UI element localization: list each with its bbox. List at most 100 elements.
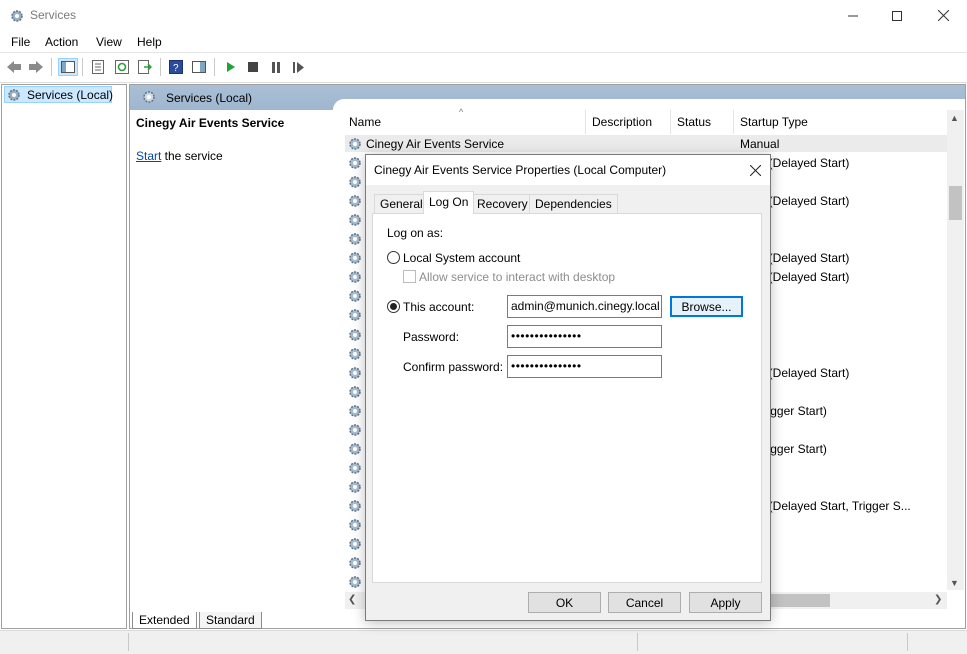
- start-service-line: Start the service: [136, 149, 223, 163]
- toolbar-separator: [51, 58, 52, 76]
- export-icon: [138, 60, 152, 74]
- help-button[interactable]: ?: [166, 58, 186, 76]
- local-system-label[interactable]: Local System account: [403, 251, 520, 265]
- refresh-icon: [115, 60, 129, 74]
- minimize-icon: [848, 15, 858, 16]
- service-gear-icon: [349, 348, 361, 360]
- forward-button[interactable]: [26, 58, 46, 76]
- window-title: Services: [30, 8, 77, 22]
- svg-text:?: ?: [173, 63, 179, 74]
- scroll-up-icon[interactable]: ▲: [950, 113, 959, 123]
- service-gear-icon: [349, 195, 361, 207]
- column-separator[interactable]: [733, 110, 734, 134]
- confirm-password-input[interactable]: •••••••••••••••: [507, 355, 662, 378]
- service-gear-icon: [349, 271, 361, 283]
- column-header-description[interactable]: Description: [592, 115, 652, 129]
- menu-action[interactable]: Action: [45, 35, 78, 49]
- help-icon: ?: [169, 60, 183, 74]
- export-list-button[interactable]: [135, 58, 155, 76]
- scroll-right-icon[interactable]: ❯: [934, 594, 942, 605]
- tab-recovery[interactable]: Recovery: [471, 194, 534, 213]
- start-service-button[interactable]: [221, 58, 241, 76]
- scroll-left-icon[interactable]: ❮: [348, 594, 356, 605]
- service-gear-icon: [349, 214, 361, 226]
- service-gear-icon: [349, 424, 361, 436]
- close-icon: [937, 10, 949, 21]
- logon-tab-panel: [372, 213, 762, 583]
- column-separator[interactable]: [670, 110, 671, 134]
- vertical-scrollbar[interactable]: [947, 110, 964, 590]
- this-account-label[interactable]: This account:: [403, 300, 474, 314]
- service-gear-icon: [349, 462, 361, 474]
- this-account-radio[interactable]: [387, 300, 400, 313]
- menu-view[interactable]: View: [96, 35, 122, 49]
- tab-standard[interactable]: Standard: [199, 612, 262, 629]
- menu-file[interactable]: File: [11, 35, 30, 49]
- service-gear-icon: [349, 290, 361, 302]
- pane-header-curve: [333, 99, 965, 110]
- column-header-name[interactable]: Name: [349, 115, 381, 129]
- service-gear-icon: [349, 386, 361, 398]
- tab-dependencies[interactable]: Dependencies: [529, 194, 618, 213]
- service-gear-icon: [349, 367, 361, 379]
- status-bar: [0, 630, 967, 654]
- status-separator: [637, 633, 638, 651]
- scroll-down-icon[interactable]: ▼: [950, 578, 959, 588]
- maximize-button[interactable]: [874, 0, 920, 31]
- browse-button[interactable]: Browse...: [670, 296, 743, 317]
- vertical-scroll-thumb[interactable]: [949, 186, 962, 220]
- local-system-radio[interactable]: [387, 251, 400, 264]
- column-header-startup-type[interactable]: Startup Type: [740, 115, 808, 129]
- dialog-close-button[interactable]: [744, 160, 766, 180]
- stop-service-button[interactable]: [243, 58, 263, 76]
- sort-ascending-icon: ^: [459, 107, 464, 117]
- service-gear-icon: [349, 176, 361, 188]
- refresh-button[interactable]: [112, 58, 132, 76]
- cancel-button[interactable]: Cancel: [608, 592, 681, 613]
- service-gear-icon: [349, 233, 361, 245]
- maximize-icon: [892, 10, 902, 21]
- service-name[interactable]: Cinegy Air Events Service: [366, 137, 504, 151]
- column-separator[interactable]: [585, 110, 586, 134]
- column-header-status[interactable]: Status: [677, 115, 711, 129]
- close-icon: [749, 164, 761, 176]
- menu-help[interactable]: Help: [137, 35, 162, 49]
- console-tree-icon: [61, 61, 75, 73]
- start-service-link[interactable]: Start: [136, 149, 161, 163]
- pause-icon: [272, 61, 280, 73]
- service-gear-icon: [349, 309, 361, 321]
- back-button[interactable]: [4, 58, 24, 76]
- show-action-pane-button[interactable]: [189, 58, 209, 76]
- service-gear-icon: [349, 519, 361, 531]
- pause-service-button[interactable]: [266, 58, 286, 76]
- toolbar-separator: [214, 58, 215, 76]
- ok-button[interactable]: OK: [528, 592, 601, 613]
- toolbar-separator: [160, 58, 161, 76]
- properties-button[interactable]: [88, 58, 108, 76]
- pane-header-title: Services (Local): [166, 91, 253, 105]
- start-service-text: the service: [161, 149, 223, 163]
- tab-extended[interactable]: Extended: [132, 612, 197, 629]
- service-gear-icon: [349, 157, 361, 169]
- account-input[interactable]: admin@munich.cinegy.local: [507, 295, 662, 318]
- toolbar-separator: [82, 58, 83, 76]
- show-console-tree-button[interactable]: [58, 58, 78, 76]
- apply-button[interactable]: Apply: [689, 592, 762, 613]
- back-arrow-icon: [7, 61, 21, 73]
- password-input[interactable]: •••••••••••••••: [507, 325, 662, 348]
- service-startup-type: Manual: [740, 137, 780, 151]
- services-gear-icon: [8, 89, 20, 101]
- tab-log-on[interactable]: Log On: [423, 191, 475, 214]
- restart-icon: [293, 61, 304, 73]
- minimize-button[interactable]: [830, 0, 876, 31]
- services-gear-icon: [143, 91, 155, 103]
- tab-general[interactable]: General: [374, 194, 429, 213]
- interact-desktop-checkbox[interactable]: [403, 270, 416, 283]
- selected-service-title: Cinegy Air Events Service: [136, 116, 285, 130]
- service-gear-icon: [349, 443, 361, 455]
- forward-arrow-icon: [29, 61, 43, 73]
- close-button[interactable]: [920, 0, 966, 31]
- restart-service-button[interactable]: [289, 58, 309, 76]
- service-gear-icon: [349, 576, 361, 588]
- service-gear-icon: [349, 138, 361, 150]
